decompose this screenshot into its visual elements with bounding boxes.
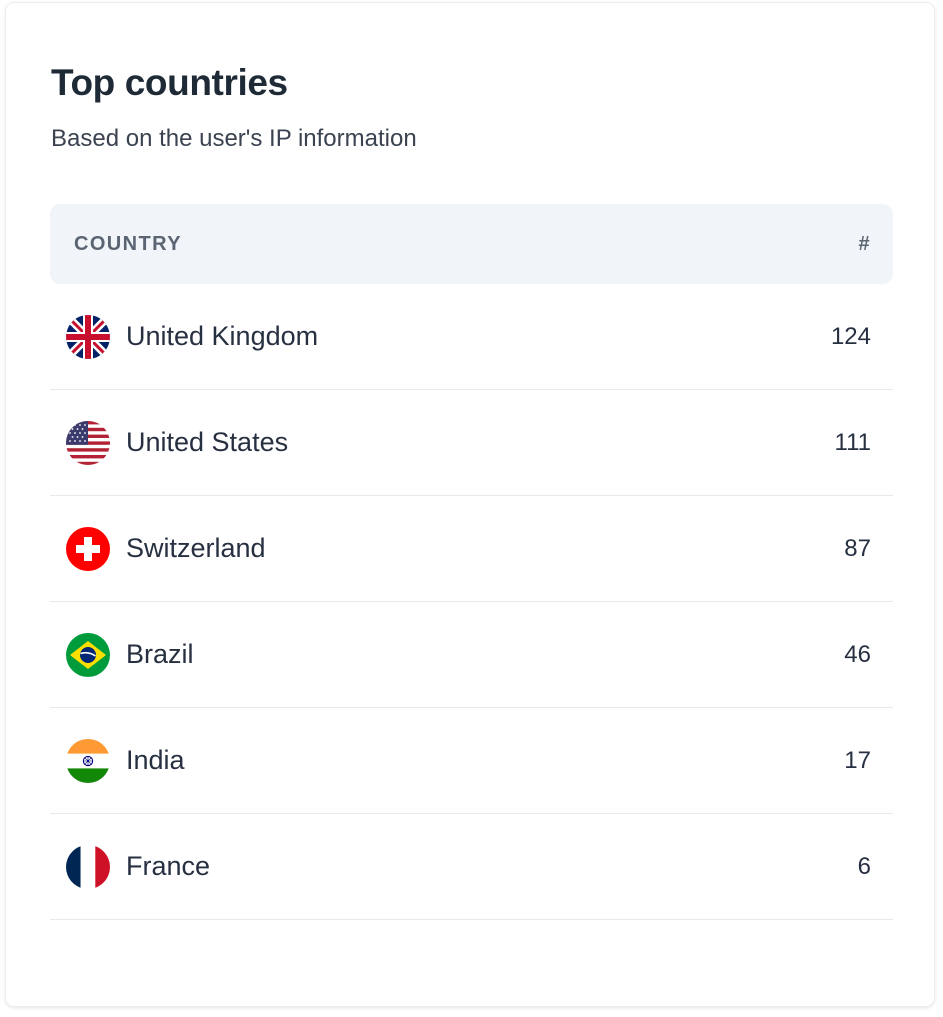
countries-table: COUNTRY # United Kingdom 124 United Stat…	[50, 204, 893, 920]
table-header: COUNTRY #	[50, 204, 893, 284]
country-name: India	[126, 745, 185, 775]
table-row: United States 111	[50, 390, 893, 496]
uk-flag-icon	[66, 314, 110, 359]
country-name: Brazil	[126, 639, 194, 669]
visitor-count: 124	[830, 322, 871, 350]
table-row: Switzerland 87	[50, 496, 893, 602]
visitor-count: 17	[844, 746, 871, 774]
top-countries-card: Top countries Based on the user's IP inf…	[5, 2, 935, 1007]
table-row: India 17	[50, 708, 893, 814]
card-subtitle: Based on the user's IP information	[51, 125, 417, 152]
visitor-count: 46	[844, 640, 871, 668]
card-title: Top countries	[51, 62, 288, 103]
visitor-count: 6	[857, 852, 871, 880]
brazil-flag-icon	[66, 632, 110, 677]
country-name: Switzerland	[126, 533, 266, 563]
country-name: United States	[126, 427, 289, 457]
table-row: Brazil 46	[50, 602, 893, 708]
count-column-header: #	[858, 232, 871, 255]
india-flag-icon	[66, 738, 110, 783]
table-row: United Kingdom 124	[50, 284, 893, 390]
switzerland-flag-icon	[66, 526, 110, 571]
visitor-count: 87	[844, 534, 871, 562]
france-flag-icon	[66, 844, 110, 889]
visitor-count: 111	[834, 428, 871, 456]
country-name: United Kingdom	[126, 321, 319, 351]
country-column-header: COUNTRY	[74, 232, 182, 255]
country-name: France	[126, 851, 211, 881]
us-flag-icon	[66, 420, 110, 465]
table-row: France 6	[50, 814, 893, 920]
